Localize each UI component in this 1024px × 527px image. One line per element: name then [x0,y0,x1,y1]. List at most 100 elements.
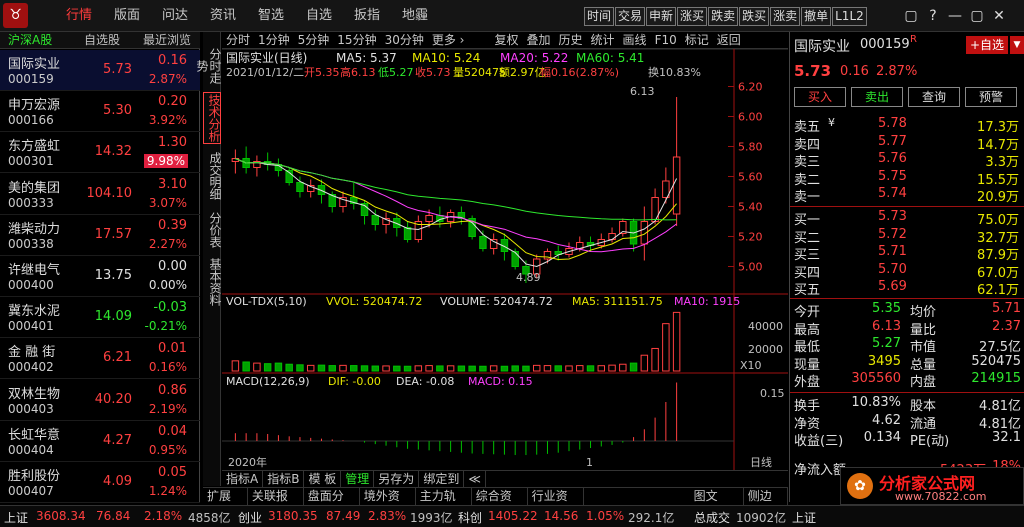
sh-label-2[interactable]: 上证 [792,509,816,526]
view-tab-1[interactable]: 技术分析 [203,92,221,144]
order-book-row[interactable]: 买一 5.73 75.0万 [790,209,1024,228]
order-book-row[interactable]: 卖五 5.78 17.3万 [790,116,1024,135]
chart-tool-13[interactable]: 返回 [713,32,745,49]
vol-unit: X10 [740,359,762,372]
chart-tool-9[interactable]: 统计 [587,32,619,49]
ext-tab-1[interactable]: 关联报价 [248,488,304,520]
menu-item-5[interactable]: 自选 [295,0,343,32]
cy-label[interactable]: 创业 [238,509,262,526]
stock-pct: 2.27% [148,236,187,251]
order-book-row[interactable]: 买二 5.72 32.7万 [790,227,1024,246]
add-watchlist-button[interactable]: +自选 [966,36,1008,54]
main-menu: 行情 版面 问达 资讯 智选 自选 扳指 地霾 [55,0,439,32]
ext-tab-6[interactable]: 行业资讯 [528,488,584,520]
stock-row[interactable]: 国际实业 000159 5.73 0.16 2.87% [0,50,200,91]
ext-tab-8[interactable]: 侧边栏 [744,488,789,520]
menu-item-3[interactable]: 资讯 [199,0,247,32]
order-book-row[interactable]: 买五 5.69 62.1万 [790,279,1024,298]
indicator-tab-6[interactable]: ≪ [464,471,486,488]
trade-tool-button-6[interactable]: 涨卖 [770,7,801,26]
kline-chart[interactable]: 国际实业(日线) MA5: 5.37 MA10: 5.24 MA20: 5.22… [222,49,788,470]
tab-shsz-a[interactable]: 沪深A股 [0,32,70,49]
chart-tool-10[interactable]: 画线 [619,32,651,49]
chart-tool-0[interactable]: 分时 [222,32,254,49]
chart-tool-7[interactable]: 叠加 [523,32,555,49]
trade-button-3[interactable]: 预警 [965,87,1017,107]
trade-tool-button-4[interactable]: 跌卖 [708,7,739,26]
trade-tool-button-0[interactable]: 时间 [584,7,615,26]
trade-tool-button-7[interactable]: 撤单 [801,7,832,26]
ext-tab-5[interactable]: 综合资讯 [472,488,528,520]
indicator-tab-4[interactable]: 另存为 [374,471,420,488]
trade-button-2[interactable]: 查询 [908,87,960,107]
indicator-tab-0[interactable]: 指标A [222,471,264,488]
tab-recent[interactable]: 最近浏览 [134,32,200,49]
stock-row[interactable]: 胜利股份 000407 4.09 0.05 1.24% [0,462,200,503]
view-tab-3[interactable]: 分价表 [203,208,222,252]
ext-tab-2[interactable]: 盘面分析 [304,488,360,520]
stock-row[interactable]: 许继电气 000400 13.75 0.00 0.00% [0,256,200,297]
kc-label[interactable]: 科创 [458,509,482,526]
stock-row[interactable]: 申万宏源 000166 5.30 0.20 3.92% [0,91,200,133]
stock-row[interactable]: 冀东水泥 000401 14.09 -0.03 -0.21% [0,297,200,339]
order-book-row[interactable]: 买四 5.70 67.0万 [790,262,1024,281]
trade-button-1[interactable]: 卖出 [851,87,903,107]
sh-label[interactable]: 上证 [4,509,28,526]
menu-item-2[interactable]: 问达 [151,0,199,32]
close-icon[interactable]: ✕ [988,6,1010,26]
indicator-tab-3[interactable]: 管理 [341,471,375,488]
maximize-icon[interactable]: ▢ [966,6,988,26]
view-tab-4[interactable]: 基本资料 [203,256,222,308]
indicator-tab-5[interactable]: 绑定到 [419,471,465,488]
order-book-row[interactable]: 卖一 5.74 20.9万 [790,186,1024,205]
watchlist-dropdown-icon[interactable]: ▼ [1010,36,1024,54]
stock-name: 双林生物 [8,386,61,402]
chart-tool-6[interactable]: 复权 [490,32,522,49]
tab-watchlist[interactable]: 自选股 [70,32,134,49]
indicator-tab-2[interactable]: 模 板 [304,471,342,488]
trade-tool-button-2[interactable]: 申新 [646,7,677,26]
chart-tool-8[interactable]: 历史 [555,32,587,49]
stock-row[interactable]: 金 融 街 000402 6.21 0.01 0.16% [0,338,200,380]
chart-tool-4[interactable]: 30分钟 [381,32,428,49]
chart-tool-5[interactable]: 更多 › [428,32,469,49]
menu-item-6[interactable]: 扳指 [343,0,391,32]
order-book-row[interactable]: 卖二 5.75 15.5万 [790,169,1024,188]
stock-row[interactable]: 潍柴动力 000338 17.57 0.39 2.27% [0,215,200,256]
order-book-row[interactable]: 买三 5.71 87.9万 [790,244,1024,263]
ext-tab-4[interactable]: 主力轨迹 [416,488,472,520]
trade-tool-button-5[interactable]: 跌买 [739,7,770,26]
ext-tab-0[interactable]: 扩展 ∧ [203,488,248,520]
view-tab-2[interactable]: 成交明细 [203,150,222,202]
trade-tool-button-3[interactable]: 涨买 [677,7,708,26]
indicator-tab-1[interactable]: 指标B [263,471,305,488]
order-book-row[interactable]: 卖三 5.76 3.3万 [790,151,1024,170]
candle-body [511,251,519,267]
menu-item-4[interactable]: 智选 [247,0,295,32]
menu-item-0[interactable]: 行情 [55,0,103,32]
menu-item-1[interactable]: 版面 [103,0,151,32]
chart-tool-12[interactable]: 标记 [681,32,713,49]
restore-icon[interactable]: ▢ [900,6,922,26]
ext-tab-7[interactable]: 图文F10 [690,488,744,520]
view-tab-0[interactable]: 分时走势 [195,44,222,88]
chart-tool-3[interactable]: 15分钟 [333,32,380,49]
stock-row[interactable]: 长虹华意 000404 4.27 0.04 0.95% [0,421,200,462]
minimize-icon[interactable]: — [944,6,966,26]
candle [554,245,562,261]
help-icon[interactable]: ? [922,6,944,26]
trade-tool-button-8[interactable]: L1L2 [832,7,867,26]
stock-row[interactable]: 东方盛虹 000301 14.32 1.30 9.98% [0,132,200,174]
ext-tab-3[interactable]: 境外资金 [360,488,416,520]
trade-button-0[interactable]: 买入 [794,87,846,107]
trade-tool-button-1[interactable]: 交易 [615,7,646,26]
chart-tool-1[interactable]: 1分钟 [254,32,294,49]
order-book-row[interactable]: 卖四 5.77 14.7万 [790,134,1024,153]
stock-row[interactable]: 双林生物 000403 40.20 0.86 2.19% [0,380,200,421]
chart-tool-11[interactable]: F10 [651,32,681,49]
stock-row[interactable]: 美的集团 000333 104.10 3.10 3.07% [0,174,200,215]
menu-item-7[interactable]: 地霾 [391,0,439,32]
stock-code: 000401 [8,319,54,334]
bull-logo-icon[interactable]: ♉ [3,3,28,28]
chart-tool-2[interactable]: 5分钟 [294,32,334,49]
